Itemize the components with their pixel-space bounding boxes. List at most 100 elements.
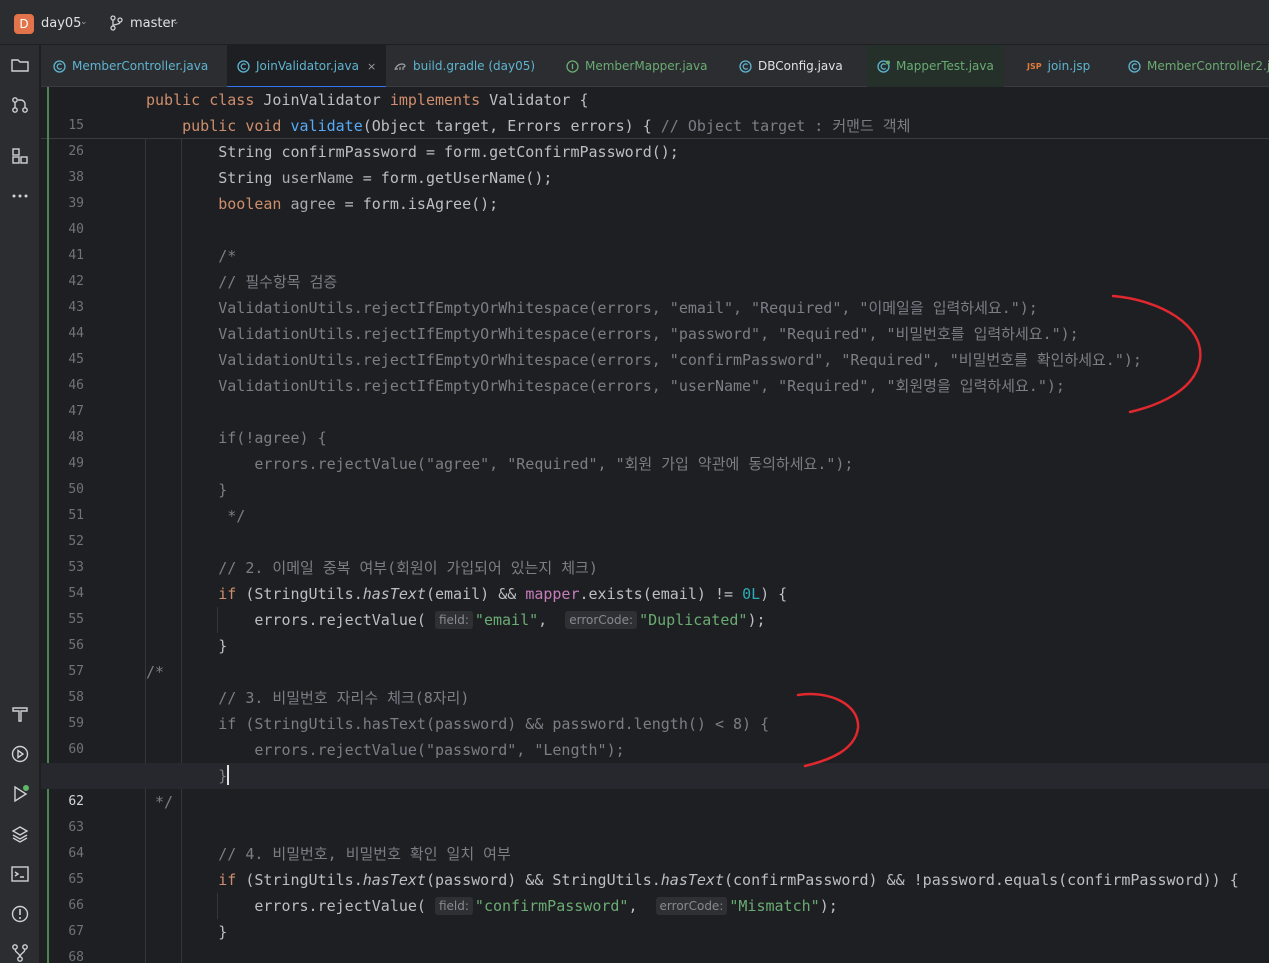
code-line[interactable]: 53 bbox=[41, 529, 1269, 575]
code-line[interactable]: 40 boolean agree = form.isAgree(); bbox=[41, 191, 1269, 237]
code-line[interactable]: 39 String userName = form.getUserName(); bbox=[41, 165, 1269, 211]
code-text: // 필수항목 검증 bbox=[146, 273, 338, 291]
code-editor[interactable]: 38 String confirmPassword = form.getConf… bbox=[41, 87, 1269, 963]
param-hint: field: bbox=[434, 897, 473, 915]
run-icon[interactable] bbox=[10, 784, 30, 804]
tab-member-mapper[interactable]: MemberMapper.java bbox=[566, 45, 707, 87]
code-line[interactable]: 54 // 2. 이메일 중복 여부(회원이 가입되어 있는지 체크) bbox=[41, 555, 1269, 601]
code-text: if(!agree) { bbox=[146, 429, 327, 447]
project-selector[interactable]: day05 bbox=[41, 16, 81, 31]
class-icon bbox=[237, 60, 250, 73]
code-text: ValidationUtils.rejectIfEmptyOrWhitespac… bbox=[146, 377, 1065, 395]
code-line[interactable]: 50 errors.rejectValue("agree", "Required… bbox=[41, 451, 1269, 497]
code-line[interactable]: 55 if (StringUtils.hasText(email) && map… bbox=[41, 581, 1269, 627]
code-text: public class JoinValidator implements Va… bbox=[146, 91, 589, 109]
code-line[interactable]: 64 bbox=[41, 815, 1269, 861]
tab-label: join.jsp bbox=[1047, 59, 1091, 73]
plugins-icon[interactable] bbox=[10, 146, 30, 166]
code-text: } bbox=[146, 765, 230, 785]
git-commit-icon[interactable] bbox=[10, 95, 30, 115]
sticky-line[interactable]: 26 public void validate(Object target, E… bbox=[41, 113, 1269, 159]
code-line[interactable]: 47 ValidationUtils.rejectIfEmptyOrWhites… bbox=[41, 373, 1269, 419]
tab-build-gradle[interactable]: build.gradle (day05) bbox=[394, 45, 535, 87]
code-line[interactable]: 45 ValidationUtils.rejectIfEmptyOrWhites… bbox=[41, 321, 1269, 367]
tab-label: JoinValidator.java bbox=[256, 59, 359, 73]
tab-label: DBConfig.java bbox=[758, 59, 843, 73]
line-number: 26 bbox=[68, 144, 84, 159]
tab-join-jsp[interactable]: JSP join.jsp bbox=[1027, 45, 1090, 87]
param-hint: field: bbox=[434, 611, 473, 629]
code-text: String userName = form.getUserName(); bbox=[146, 169, 553, 187]
code-text: ValidationUtils.rejectIfEmptyOrWhitespac… bbox=[146, 351, 1142, 369]
code-line[interactable]: 63 */ bbox=[41, 789, 1269, 835]
code-line[interactable]: 68 } bbox=[41, 919, 1269, 963]
tab-label: MapperTest.java bbox=[896, 59, 994, 73]
code-text: errors.rejectValue( field: "email", error… bbox=[146, 611, 766, 629]
code-line[interactable]: 38 String confirmPassword = form.getConf… bbox=[41, 139, 1269, 185]
code-text: if (StringUtils.hasText(email) && mapper… bbox=[218, 585, 788, 603]
close-icon[interactable]: × bbox=[367, 60, 376, 73]
problems-icon[interactable] bbox=[10, 904, 30, 924]
code-text: // 3. 비밀번호 자리수 체크(8자리) bbox=[146, 689, 470, 707]
layers-icon[interactable] bbox=[10, 824, 30, 844]
code-line[interactable]: 57 } bbox=[41, 633, 1269, 679]
code-line[interactable]: 60 if (StringUtils.hasText(password) && … bbox=[41, 711, 1269, 757]
code-text: ValidationUtils.rejectIfEmptyOrWhitespac… bbox=[146, 299, 1038, 317]
class-icon bbox=[1128, 60, 1141, 73]
tab-label: MemberMapper.java bbox=[585, 59, 708, 73]
git-icon[interactable] bbox=[10, 943, 30, 963]
project-badge[interactable]: D bbox=[14, 14, 34, 34]
tab-label: MemberController2.jav bbox=[1147, 59, 1269, 73]
tab-db-config[interactable]: DBConfig.java bbox=[739, 45, 843, 87]
code-text: errors.rejectValue("password", "Length")… bbox=[146, 741, 625, 759]
test-class-icon bbox=[877, 60, 890, 73]
code-text: if (StringUtils.hasText(password) && pas… bbox=[146, 715, 770, 733]
jsp-icon: JSP bbox=[1027, 61, 1042, 71]
code-text: */ bbox=[146, 793, 174, 811]
code-line[interactable]: 67 errors.rejectValue( field: "confirmPas… bbox=[41, 893, 1269, 939]
terminal-icon[interactable] bbox=[10, 864, 30, 884]
tab-mapper-test[interactable]: MapperTest.java bbox=[867, 45, 1004, 87]
code-line[interactable]: 58 /* bbox=[41, 659, 1269, 705]
branch-selector[interactable]: master bbox=[130, 16, 176, 31]
sticky-scroll-header[interactable]: 15 public class JoinValidator implements… bbox=[41, 87, 1269, 159]
code-text: ValidationUtils.rejectIfEmptyOrWhitespac… bbox=[146, 325, 1079, 343]
code-line[interactable]: 42 /* bbox=[41, 243, 1269, 289]
more-icon[interactable] bbox=[10, 186, 30, 206]
code-line[interactable]: 51 } bbox=[41, 477, 1269, 523]
param-hint: errorCode: bbox=[655, 897, 728, 915]
tab-member-controller[interactable]: MemberController.java bbox=[53, 45, 208, 87]
code-line[interactable]: 66 if (StringUtils.hasText(password) && … bbox=[41, 867, 1269, 913]
tab-member-controller2[interactable]: MemberController2.jav bbox=[1128, 45, 1269, 87]
code-line[interactable]: 69 bbox=[41, 945, 1269, 963]
code-line[interactable]: 52 */ bbox=[41, 503, 1269, 549]
build-icon[interactable] bbox=[10, 704, 30, 724]
code-text: */ bbox=[146, 507, 246, 525]
class-icon bbox=[53, 60, 66, 73]
code-line[interactable]: 48 bbox=[41, 399, 1269, 445]
services-icon[interactable] bbox=[10, 744, 30, 764]
code-line[interactable]: 65 // 4. 비밀번호, 비밀번호 확인 일치 여부 bbox=[41, 841, 1269, 887]
code-line[interactable]: 56 errors.rejectValue( field: "email", er… bbox=[41, 607, 1269, 653]
code-text: } bbox=[146, 923, 228, 941]
tab-join-validator[interactable]: JoinValidator.java × bbox=[227, 45, 387, 88]
code-line[interactable]: 44 ValidationUtils.rejectIfEmptyOrWhites… bbox=[41, 295, 1269, 341]
chevron-down-icon[interactable]: ⌄ bbox=[80, 17, 88, 27]
code-line[interactable]: 49 if(!agree) { bbox=[41, 425, 1269, 471]
folder-icon[interactable] bbox=[10, 55, 30, 75]
code-text: // 2. 이메일 중복 여부(회원이 가입되어 있는지 체크) bbox=[146, 559, 598, 577]
code-line[interactable]: 46 ValidationUtils.rejectIfEmptyOrWhites… bbox=[41, 347, 1269, 393]
code-line[interactable]: 61 errors.rejectValue("password", "Lengt… bbox=[41, 737, 1269, 783]
param-hint: errorCode: bbox=[565, 611, 638, 629]
code-line[interactable]: 59 // 3. 비밀번호 자리수 체크(8자리) bbox=[41, 685, 1269, 731]
code-text: } bbox=[146, 637, 228, 655]
code-text: errors.rejectValue( field: "confirmPasswo… bbox=[146, 897, 838, 915]
code-text: boolean agree = form.isAgree(); bbox=[218, 195, 499, 213]
sticky-line[interactable]: 15 public class JoinValidator implements… bbox=[41, 87, 1269, 133]
code-text: } bbox=[146, 481, 228, 499]
chevron-down-icon[interactable]: ⌄ bbox=[172, 17, 180, 27]
code-line[interactable]: 41 bbox=[41, 217, 1269, 263]
code-line[interactable]: 43 // 필수항목 검증 bbox=[41, 269, 1269, 315]
tab-label: build.gradle (day05) bbox=[413, 59, 536, 73]
code-line-current[interactable]: 62 } bbox=[41, 763, 1269, 809]
